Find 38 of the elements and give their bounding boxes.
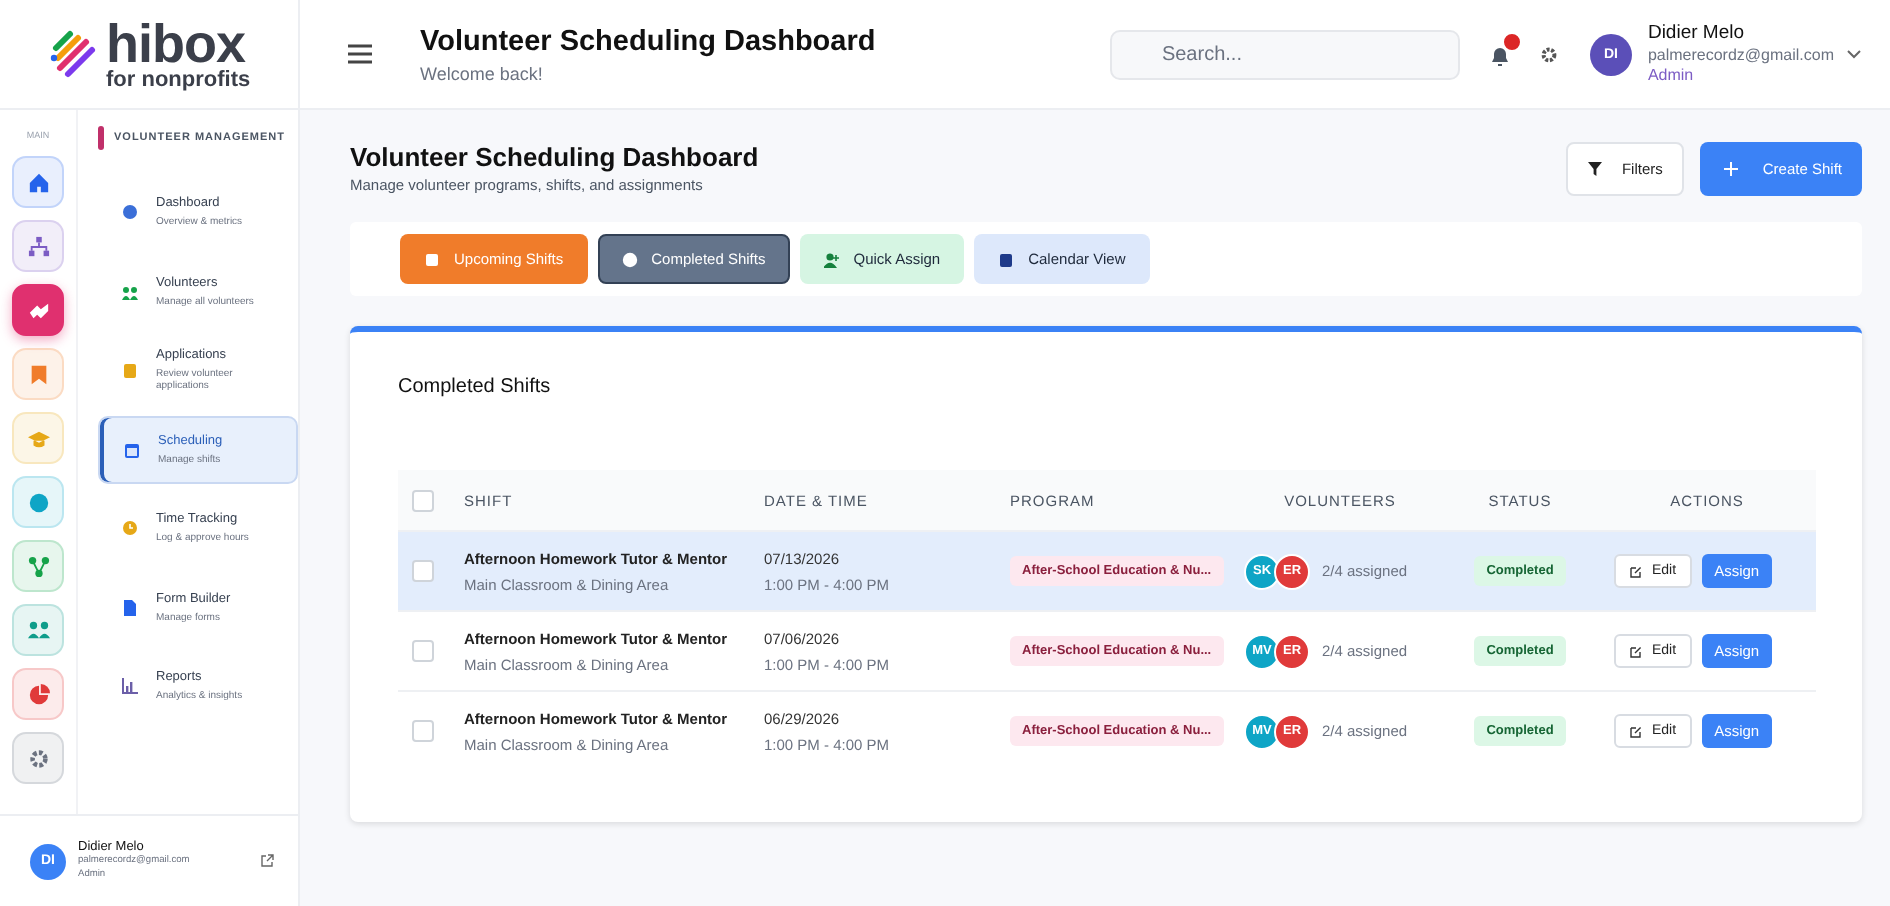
pie-chart-icon	[27, 683, 49, 705]
page-title: Volunteer Scheduling Dashboard	[350, 142, 761, 172]
card-title: Completed Shifts	[398, 376, 553, 398]
logo-tagline: for nonprofits	[106, 69, 251, 91]
logo-wordmark: hibox	[106, 17, 246, 71]
caret-icon[interactable]	[1846, 48, 1862, 60]
row-checkbox[interactable]	[412, 560, 434, 582]
edit-icon	[1630, 725, 1642, 737]
clock-icon	[122, 520, 138, 536]
plus-icon	[1724, 162, 1739, 176]
network-icon	[27, 555, 49, 577]
row-checkbox[interactable]	[412, 640, 434, 662]
edit-icon	[1630, 565, 1642, 577]
home-icon	[27, 171, 49, 193]
user-name: Didier Melo	[1647, 22, 1746, 46]
rail-button[interactable]	[12, 284, 64, 336]
user-role: Admin	[1647, 65, 1696, 86]
bar-chart-icon	[122, 678, 138, 694]
edit-icon	[1630, 645, 1642, 657]
header-title: Volunteer Scheduling Dashboard	[420, 25, 878, 57]
user-plus-icon	[823, 251, 840, 267]
external-link-icon[interactable]	[260, 854, 274, 868]
document-icon	[122, 599, 138, 615]
select-all-checkbox[interactable]	[412, 489, 434, 511]
graduation-cap-icon	[27, 427, 49, 449]
header-subtitle: Welcome back!	[420, 63, 545, 83]
settings-icon	[27, 747, 49, 769]
logo-icon	[48, 28, 100, 80]
group-icon	[27, 619, 49, 641]
user-email: palmerecordz@gmail.com	[1647, 45, 1834, 66]
row-checkbox[interactable]	[412, 720, 434, 742]
filter-icon	[1587, 162, 1602, 176]
bookmark-icon	[27, 363, 49, 385]
hierarchy-icon	[27, 235, 49, 257]
menu-icon[interactable]	[348, 44, 372, 64]
settings-icon[interactable]	[1539, 45, 1558, 63]
search-field[interactable]: Search...	[1109, 29, 1460, 79]
group-icon	[122, 283, 138, 299]
